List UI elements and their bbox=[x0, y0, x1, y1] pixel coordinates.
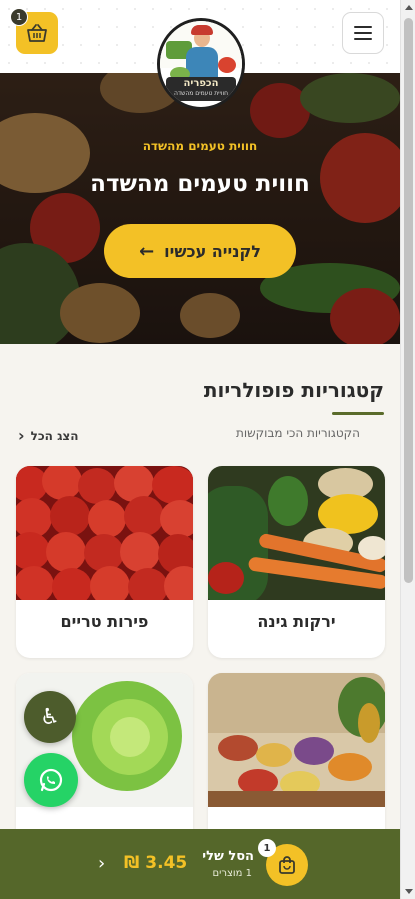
mini-cart-bar[interactable]: 1 הסל שלי 1 מוצרים ₪ 3.45 ‹ bbox=[0, 829, 400, 899]
scroll-up-arrow-icon[interactable] bbox=[405, 5, 413, 10]
scroll-down-arrow-icon[interactable] bbox=[405, 889, 413, 894]
apple bbox=[42, 466, 82, 500]
hero-overlay bbox=[0, 73, 400, 344]
apple bbox=[90, 566, 130, 600]
accessibility-button[interactable]: ♿ bbox=[24, 691, 76, 743]
apple bbox=[120, 532, 160, 572]
shopping-bag-icon bbox=[279, 856, 295, 874]
menu-line bbox=[354, 38, 372, 40]
apple bbox=[160, 500, 193, 538]
market-pineapple bbox=[358, 703, 380, 743]
logo-figure-scarf bbox=[191, 25, 213, 35]
market-bowl bbox=[218, 735, 258, 761]
mini-cart-badge: 1 bbox=[258, 839, 276, 857]
apples-image bbox=[16, 466, 193, 600]
logo-title: הכפריה bbox=[183, 78, 219, 89]
apple bbox=[52, 568, 92, 600]
whatsapp-button[interactable] bbox=[24, 753, 78, 807]
apple bbox=[152, 466, 193, 504]
basket-icon bbox=[27, 24, 47, 42]
categories-subheading: הקטגוריות הכי מבוקשות bbox=[236, 426, 360, 440]
cart-count-badge: 1 bbox=[10, 8, 28, 26]
view-all-link[interactable]: הצג הכל ‹ bbox=[18, 426, 79, 445]
shop-now-label: לקנייה עכשיו bbox=[164, 241, 261, 261]
market-bowl bbox=[256, 743, 292, 767]
hero-eyebrow: חווית טעמים מהשדה bbox=[142, 139, 258, 153]
view-all-label: הצג הכל bbox=[30, 428, 79, 443]
vegetables-image bbox=[208, 466, 385, 600]
shop-now-button[interactable]: לקנייה עכשיו ← bbox=[104, 224, 296, 278]
category-card-market[interactable] bbox=[208, 673, 385, 843]
whatsapp-icon bbox=[39, 768, 63, 792]
category-label: פירות טריים bbox=[60, 612, 149, 631]
category-card-vegetables[interactable]: ירקות גינה bbox=[208, 466, 385, 658]
menu-line bbox=[354, 26, 372, 28]
logo-tomato-graphic bbox=[218, 57, 236, 73]
market-counter bbox=[208, 791, 385, 807]
apple bbox=[16, 566, 54, 600]
market-bowl bbox=[328, 753, 372, 781]
logo-subtitle: חוויית טעמים מהשדה bbox=[173, 90, 229, 97]
mini-cart-items-count: 1 מוצרים bbox=[212, 868, 252, 879]
veg-tomato bbox=[208, 562, 244, 594]
page: 1 הכפריה חוויית טעמים מהשדה חווית טעמים … bbox=[0, 0, 400, 899]
chevron-left-icon: ‹ bbox=[98, 853, 106, 874]
logo-figure-body bbox=[186, 47, 218, 81]
hamburger-menu-button[interactable] bbox=[342, 12, 384, 54]
vertical-scrollbar[interactable] bbox=[400, 0, 415, 899]
apple bbox=[50, 496, 90, 536]
mini-cart-total: ₪ 3.45 bbox=[124, 853, 188, 873]
veg-garlic bbox=[358, 536, 385, 560]
market-bowl bbox=[294, 737, 334, 765]
logo-banner: הכפריה חוויית טעמים מהשדה bbox=[166, 77, 236, 101]
site-logo[interactable]: הכפריה חוויית טעמים מהשדה bbox=[157, 18, 245, 110]
apple bbox=[124, 496, 164, 536]
hero-banner: חווית טעמים מהשדה חווית טעמים מהשדה לקני… bbox=[0, 73, 400, 344]
categories-heading: קטגוריות פופולריות bbox=[203, 378, 384, 402]
apple bbox=[128, 568, 168, 600]
mini-cart-title: הסל שלי bbox=[202, 849, 254, 864]
apple bbox=[46, 532, 86, 572]
hero-title: חווית טעמים מהשדה bbox=[90, 171, 310, 197]
market-image bbox=[208, 673, 385, 807]
apple bbox=[88, 500, 126, 538]
lettuce-core bbox=[110, 717, 150, 757]
category-card-fruits[interactable]: פירות טריים bbox=[16, 466, 193, 658]
heading-underline bbox=[332, 412, 384, 415]
accessibility-icon: ♿ bbox=[40, 704, 60, 730]
arrow-left-icon: ← bbox=[139, 240, 155, 262]
chevron-left-icon: ‹ bbox=[18, 426, 25, 445]
apple bbox=[78, 468, 116, 504]
menu-line bbox=[354, 32, 372, 34]
apple bbox=[16, 532, 50, 570]
scrollbar-thumb[interactable] bbox=[404, 18, 413, 583]
veg-leaf bbox=[268, 476, 308, 526]
category-label: ירקות גינה bbox=[257, 612, 336, 631]
